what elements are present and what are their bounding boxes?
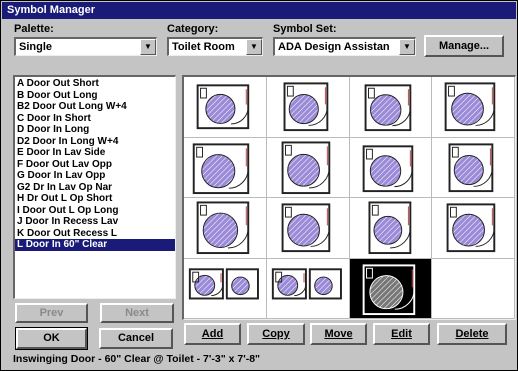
add-button[interactable]: Add <box>184 323 241 345</box>
symbol-thumbnail[interactable] <box>266 137 350 198</box>
category-label: Category: <box>167 23 219 35</box>
symbol-list-item[interactable]: G Door In Lav Opp <box>15 170 175 182</box>
symbol-thumbnail[interactable] <box>432 137 515 198</box>
edit-button[interactable]: Edit <box>373 323 430 345</box>
empty-thumbnail-slot <box>432 258 515 319</box>
palette-value: Single <box>19 41 53 53</box>
symbol-list-item[interactable]: F Door Out Lav Opp <box>15 159 175 171</box>
symbol-thumbnail[interactable] <box>184 258 267 319</box>
ok-button[interactable]: OK <box>15 327 88 350</box>
symbol-thumbnail[interactable] <box>266 258 350 319</box>
symbol-thumbnail[interactable] <box>432 77 515 138</box>
symbol-list-item[interactable]: H Dr Out L Op Short <box>15 193 175 205</box>
prev-button[interactable]: Prev <box>15 303 88 323</box>
move-button[interactable]: Move <box>310 323 367 345</box>
symbol-thumbnail[interactable] <box>184 198 267 259</box>
symbol-list-item[interactable]: D2 Door In Long W+4 <box>15 136 175 148</box>
chevron-down-icon[interactable]: ▼ <box>246 39 262 55</box>
ok-button-label: OK <box>43 332 60 344</box>
symbol-set-value: ADA Design Assistan <box>278 41 390 53</box>
status-bar: Inswinging Door - 60" Clear @ Toilet - 7… <box>13 353 261 365</box>
move-button-label: Move <box>324 328 353 340</box>
symbol-thumbnail[interactable] <box>184 137 267 198</box>
symbol-list-item[interactable]: J Door In Recess Lav <box>15 216 175 228</box>
symbol-set-dropdown[interactable]: ADA Design Assistan ▼ <box>273 37 416 56</box>
symbol-list-item[interactable]: D Door In Long <box>15 124 175 136</box>
edit-button-label: Edit <box>391 328 412 340</box>
palette-dropdown[interactable]: Single ▼ <box>14 37 157 56</box>
symbol-list-item[interactable]: E Door In Lav Side <box>15 147 175 159</box>
symbol-thumbnail[interactable] <box>432 198 515 259</box>
delete-button[interactable]: Delete <box>437 323 507 345</box>
manage-button[interactable]: Manage... <box>424 35 504 57</box>
copy-button-label: Copy <box>262 328 290 340</box>
category-dropdown[interactable]: Toilet Room ▼ <box>167 37 263 56</box>
add-button-label: Add <box>201 328 224 340</box>
symbol-thumbnail[interactable] <box>349 258 433 319</box>
symbol-thumbnail[interactable] <box>266 77 350 138</box>
delete-button-label: Delete <box>455 328 489 340</box>
symbol-list-item[interactable]: L Door In 60" Clear <box>15 239 175 251</box>
palette-label: Palette: <box>14 23 54 35</box>
symbol-list-item[interactable]: I Door Out L Op Long <box>15 205 175 217</box>
symbol-thumbnail[interactable] <box>349 198 433 259</box>
symbol-list-item[interactable]: G2 Dr In Lav Op Nar <box>15 182 175 194</box>
chevron-down-icon[interactable]: ▼ <box>140 39 156 55</box>
next-button[interactable]: Next <box>100 303 174 323</box>
cancel-button[interactable]: Cancel <box>99 328 173 349</box>
symbol-manager-dialog: Symbol Manager Palette: Single ▼ Categor… <box>0 0 518 371</box>
next-button-label: Next <box>125 307 149 319</box>
symbol-thumbnail[interactable] <box>349 137 433 198</box>
symbol-list-item[interactable]: B2 Door Out Long W+4 <box>15 101 175 113</box>
manage-button-label: Manage... <box>438 40 490 52</box>
title-bar: Symbol Manager <box>2 2 516 19</box>
symbol-list[interactable]: A Door Out Short B Door Out Long B2 Door O… <box>13 75 176 299</box>
category-value: Toilet Room <box>172 41 235 53</box>
copy-button[interactable]: Copy <box>247 323 305 345</box>
symbol-list-item[interactable]: K Door Out Recess L <box>15 228 175 240</box>
chevron-down-icon[interactable]: ▼ <box>399 39 415 55</box>
cancel-button-label: Cancel <box>117 332 155 344</box>
symbol-thumbnail-grid[interactable] <box>182 75 516 320</box>
symbol-thumbnail[interactable] <box>349 77 433 138</box>
symbol-list-item[interactable]: B Door Out Long <box>15 90 175 102</box>
symbol-set-label: Symbol Set: <box>273 23 337 35</box>
symbol-list-item[interactable]: C Door In Short <box>15 113 175 125</box>
symbol-thumbnail[interactable] <box>266 198 350 259</box>
symbol-list-item[interactable]: A Door Out Short <box>15 78 175 90</box>
symbol-thumbnail[interactable] <box>184 77 267 138</box>
prev-button-label: Prev <box>39 307 64 319</box>
